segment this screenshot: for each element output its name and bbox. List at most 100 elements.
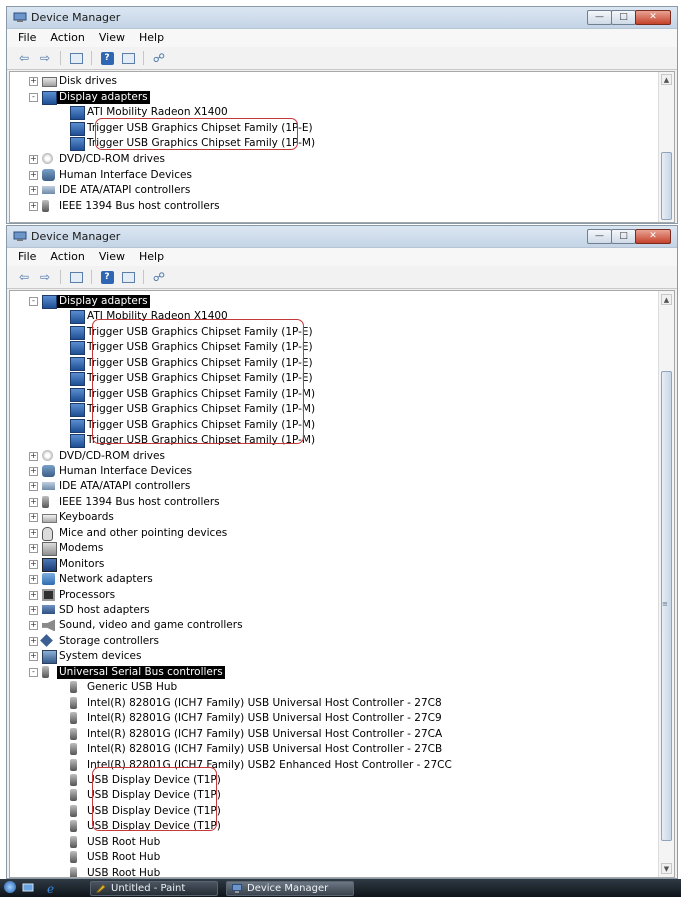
expand-toggle-icon[interactable]: + (29, 621, 38, 631)
scan-hardware-button[interactable]: ☍ (150, 269, 168, 285)
forward-button[interactable]: ⇨ (36, 269, 54, 285)
menu-action[interactable]: Action (43, 248, 91, 266)
tree-device-row[interactable]: Generic USB Hub (10, 680, 660, 695)
tree-category-row[interactable]: + Mice and other pointing devices (10, 526, 660, 541)
title-bar[interactable]: Device Manager — □ ✕ (7, 226, 677, 248)
tree-category-row[interactable]: + Processors (10, 588, 660, 603)
maximize-button[interactable]: □ (611, 10, 636, 25)
back-button[interactable]: ⇦ (15, 50, 33, 66)
expand-toggle-icon[interactable]: + (29, 186, 38, 196)
expand-toggle-icon[interactable]: + (29, 497, 38, 507)
tree-category-row[interactable]: + Sound, video and game controllers (10, 618, 660, 633)
minimize-button[interactable]: — (587, 10, 612, 25)
tree-category-row[interactable]: + IDE ATA/ATAPI controllers (10, 183, 660, 198)
show-hide-console-button[interactable] (67, 50, 85, 66)
scrollbar-thumb[interactable] (661, 152, 672, 220)
properties-button[interactable] (119, 269, 137, 285)
menu-view[interactable]: View (92, 248, 132, 266)
menu-help[interactable]: Help (132, 248, 171, 266)
highlight-outline-usb-display (92, 767, 217, 831)
tree-device-row[interactable]: USB Root Hub (10, 866, 660, 877)
properties-button[interactable] (119, 50, 137, 66)
expand-toggle-icon[interactable]: + (29, 559, 38, 569)
taskbar-button-paint[interactable]: Untitled - Paint (90, 881, 218, 896)
menu-view[interactable]: View (92, 29, 132, 47)
tree-category-row[interactable]: + Keyboards (10, 510, 660, 525)
vertical-scrollbar[interactable]: ▲ ≡ ▼ (658, 291, 674, 877)
minimize-button[interactable]: — (587, 229, 612, 244)
collapse-toggle-icon[interactable]: - (29, 92, 38, 102)
expand-toggle-icon[interactable]: + (29, 590, 38, 600)
menu-file[interactable]: File (11, 29, 43, 47)
tree-category-row[interactable]: + Network adapters (10, 572, 660, 587)
help-icon: ? (100, 270, 114, 284)
device-manager-app-icon (232, 884, 242, 893)
expand-toggle-icon[interactable]: + (29, 77, 38, 86)
expand-toggle-icon[interactable]: + (29, 636, 38, 646)
collapse-toggle-icon[interactable]: - (29, 667, 38, 677)
show-desktop-icon[interactable] (22, 882, 34, 894)
tree-category-row[interactable]: + DVD/CD-ROM drives (10, 152, 660, 167)
tree-category-row[interactable]: + System devices (10, 649, 660, 665)
tree-item-label: Universal Serial Bus controllers (57, 665, 225, 679)
tree-category-row[interactable]: + DVD/CD-ROM drives (10, 449, 660, 464)
tree-category-row[interactable]: + SD host adapters (10, 603, 660, 618)
back-button[interactable]: ⇦ (15, 269, 33, 285)
tree-category-row[interactable]: + Human Interface Devices (10, 464, 660, 479)
forward-button[interactable]: ⇨ (36, 50, 54, 66)
tree-device-row[interactable]: USB Root Hub (10, 850, 660, 865)
tree-device-row[interactable]: Intel(R) 82801G (ICH7 Family) USB Univer… (10, 742, 660, 757)
tree-category-row[interactable]: + IDE ATA/ATAPI controllers (10, 479, 660, 494)
menu-help[interactable]: Help (132, 29, 171, 47)
expand-toggle-icon[interactable]: + (29, 544, 38, 554)
expand-toggle-icon[interactable]: + (29, 170, 38, 180)
tree-category-row[interactable]: + IEEE 1394 Bus host controllers (10, 199, 660, 214)
scroll-down-arrow[interactable]: ▼ (661, 863, 672, 874)
tree-category-row[interactable]: + Modems (10, 541, 660, 557)
tree-category-row[interactable]: - Display adapters (10, 294, 660, 309)
help-button[interactable]: ? (98, 50, 116, 66)
start-button[interactable] (4, 881, 16, 893)
tree-device-row[interactable]: USB Root Hub (10, 835, 660, 850)
tree-category-row[interactable]: + IEEE 1394 Bus host controllers (10, 495, 660, 510)
display-adapter-icon (70, 403, 85, 418)
collapse-toggle-icon[interactable]: - (29, 297, 38, 306)
tree-category-row[interactable]: - Universal Serial Bus controllers (10, 665, 660, 680)
scroll-up-arrow[interactable]: ▲ (661, 74, 672, 85)
expand-toggle-icon[interactable]: + (29, 482, 38, 492)
tree-device-row[interactable]: Intel(R) 82801G (ICH7 Family) USB Univer… (10, 727, 660, 742)
menu-action[interactable]: Action (43, 29, 91, 47)
expand-toggle-icon[interactable]: + (29, 451, 38, 461)
taskbar-button-device-manager[interactable]: Device Manager (226, 881, 354, 896)
tree-device-row[interactable]: Intel(R) 82801G (ICH7 Family) USB Univer… (10, 696, 660, 711)
vertical-scrollbar[interactable]: ▲ (658, 72, 674, 222)
close-button[interactable]: ✕ (635, 10, 671, 25)
display-adapter-icon (70, 341, 85, 356)
help-button[interactable]: ? (98, 269, 116, 285)
expand-toggle-icon[interactable]: + (29, 528, 38, 538)
menu-file[interactable]: File (11, 248, 43, 266)
tree-item-label: Display adapters (57, 90, 150, 104)
toolbar-separator (143, 51, 144, 65)
tree-category-row[interactable]: + Monitors (10, 557, 660, 572)
scan-hardware-button[interactable]: ☍ (150, 50, 168, 66)
close-button[interactable]: ✕ (635, 229, 671, 244)
tree-category-row[interactable]: + Storage controllers (10, 634, 660, 649)
tree-device-row[interactable]: Intel(R) 82801G (ICH7 Family) USB Univer… (10, 711, 660, 726)
show-hide-console-button[interactable] (67, 269, 85, 285)
expand-toggle-icon[interactable]: + (29, 513, 38, 523)
maximize-button[interactable]: □ (611, 229, 636, 244)
expand-toggle-icon[interactable]: + (29, 201, 38, 211)
expand-toggle-icon[interactable]: + (29, 466, 38, 476)
internet-explorer-icon[interactable]: e (46, 882, 58, 896)
tree-category-row[interactable]: + Human Interface Devices (10, 168, 660, 183)
expand-toggle-icon[interactable]: + (29, 155, 38, 164)
scroll-up-arrow[interactable]: ▲ (661, 294, 672, 305)
title-bar[interactable]: Device Manager — □ ✕ (7, 7, 677, 29)
expand-toggle-icon[interactable]: + (29, 652, 38, 662)
tree-category-row[interactable]: - Display adapters (10, 90, 660, 105)
expand-toggle-icon[interactable]: + (29, 575, 38, 585)
tree-category-row[interactable]: + Disk drives (10, 74, 660, 89)
expand-toggle-icon[interactable]: + (29, 606, 38, 615)
tree-item-label: Human Interface Devices (59, 168, 192, 181)
